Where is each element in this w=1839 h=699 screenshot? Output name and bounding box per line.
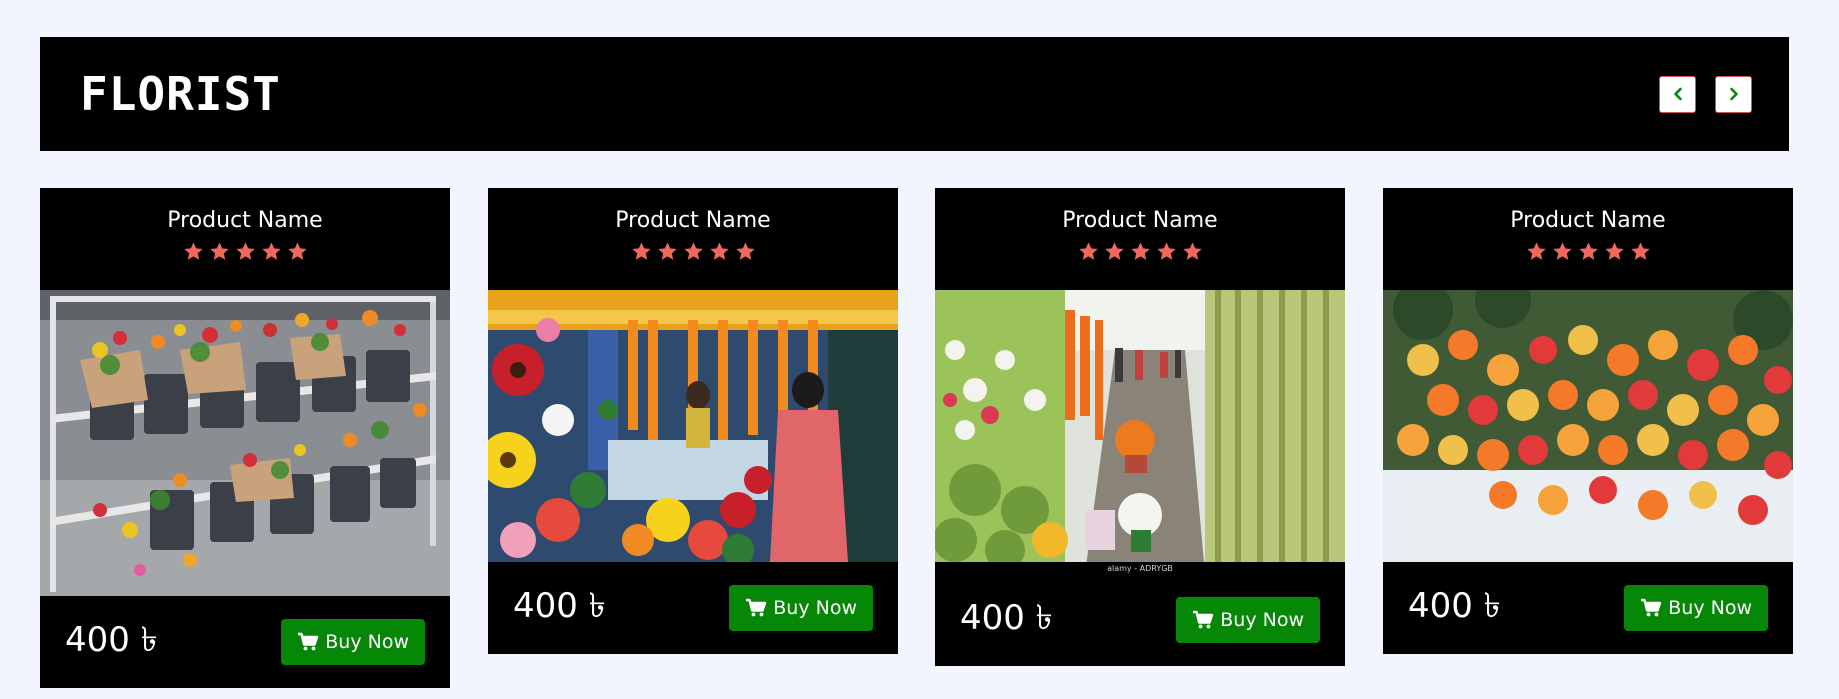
product-card: Product Name — [40, 188, 450, 688]
star-icon — [183, 242, 203, 260]
star-icon — [1104, 242, 1124, 260]
image-caption: alamy - ADRYGB — [1107, 564, 1173, 573]
star-icon — [235, 242, 255, 260]
star-icon — [683, 242, 703, 260]
star-icon — [261, 242, 281, 260]
product-name: Product Name — [1510, 208, 1666, 233]
buy-now-button[interactable]: Buy Now — [1624, 585, 1768, 631]
cart-icon — [298, 632, 319, 651]
product-price: 400 ৳ — [513, 585, 606, 626]
buy-now-button[interactable]: Buy Now — [729, 585, 873, 631]
star-rating — [1383, 241, 1793, 262]
star-rating — [488, 241, 898, 262]
product-card: Product Name — [1383, 188, 1793, 654]
product-price: 400 ৳ — [1408, 585, 1501, 626]
buy-now-button[interactable]: Buy Now — [1176, 597, 1320, 643]
product-card: Product Name — [488, 188, 898, 654]
buy-now-label: Buy Now — [325, 631, 409, 653]
product-name: Product Name — [1062, 208, 1218, 233]
star-icon — [631, 242, 651, 260]
prev-button[interactable] — [1659, 75, 1696, 113]
cart-icon — [746, 598, 767, 617]
buy-now-label: Buy Now — [773, 597, 857, 619]
star-icon — [1078, 242, 1098, 260]
star-icon — [1578, 242, 1598, 260]
product-image — [40, 290, 450, 596]
cart-icon — [1193, 610, 1214, 629]
product-price: 400 ৳ — [960, 597, 1053, 638]
star-icon — [1182, 242, 1202, 260]
star-icon — [1156, 242, 1176, 260]
star-icon — [1604, 242, 1624, 260]
carousel-nav — [1659, 75, 1752, 113]
buy-now-label: Buy Now — [1220, 609, 1304, 631]
star-icon — [709, 242, 729, 260]
star-rating — [40, 241, 450, 262]
chevron-left-icon — [1673, 87, 1682, 101]
buy-now-button[interactable]: Buy Now — [281, 619, 425, 665]
next-button[interactable] — [1715, 75, 1752, 113]
product-image — [488, 290, 898, 562]
product-name: Product Name — [615, 208, 771, 233]
star-icon — [1526, 242, 1546, 260]
star-icon — [735, 242, 755, 260]
header-bar: FLORIST — [40, 37, 1789, 151]
chevron-right-icon — [1729, 87, 1738, 101]
star-rating — [935, 241, 1345, 262]
brand-title: FLORIST — [80, 67, 281, 121]
star-icon — [657, 242, 677, 260]
product-image: alamy - ADRYGB — [935, 290, 1345, 574]
product-price: 400 ৳ — [65, 619, 158, 660]
cart-icon — [1641, 598, 1662, 617]
star-icon — [1552, 242, 1572, 260]
product-name: Product Name — [167, 208, 323, 233]
product-image — [1383, 290, 1793, 562]
star-icon — [1630, 242, 1650, 260]
product-card: Product Name — [935, 188, 1345, 666]
star-icon — [1130, 242, 1150, 260]
star-icon — [209, 242, 229, 260]
buy-now-label: Buy Now — [1668, 597, 1752, 619]
star-icon — [287, 242, 307, 260]
